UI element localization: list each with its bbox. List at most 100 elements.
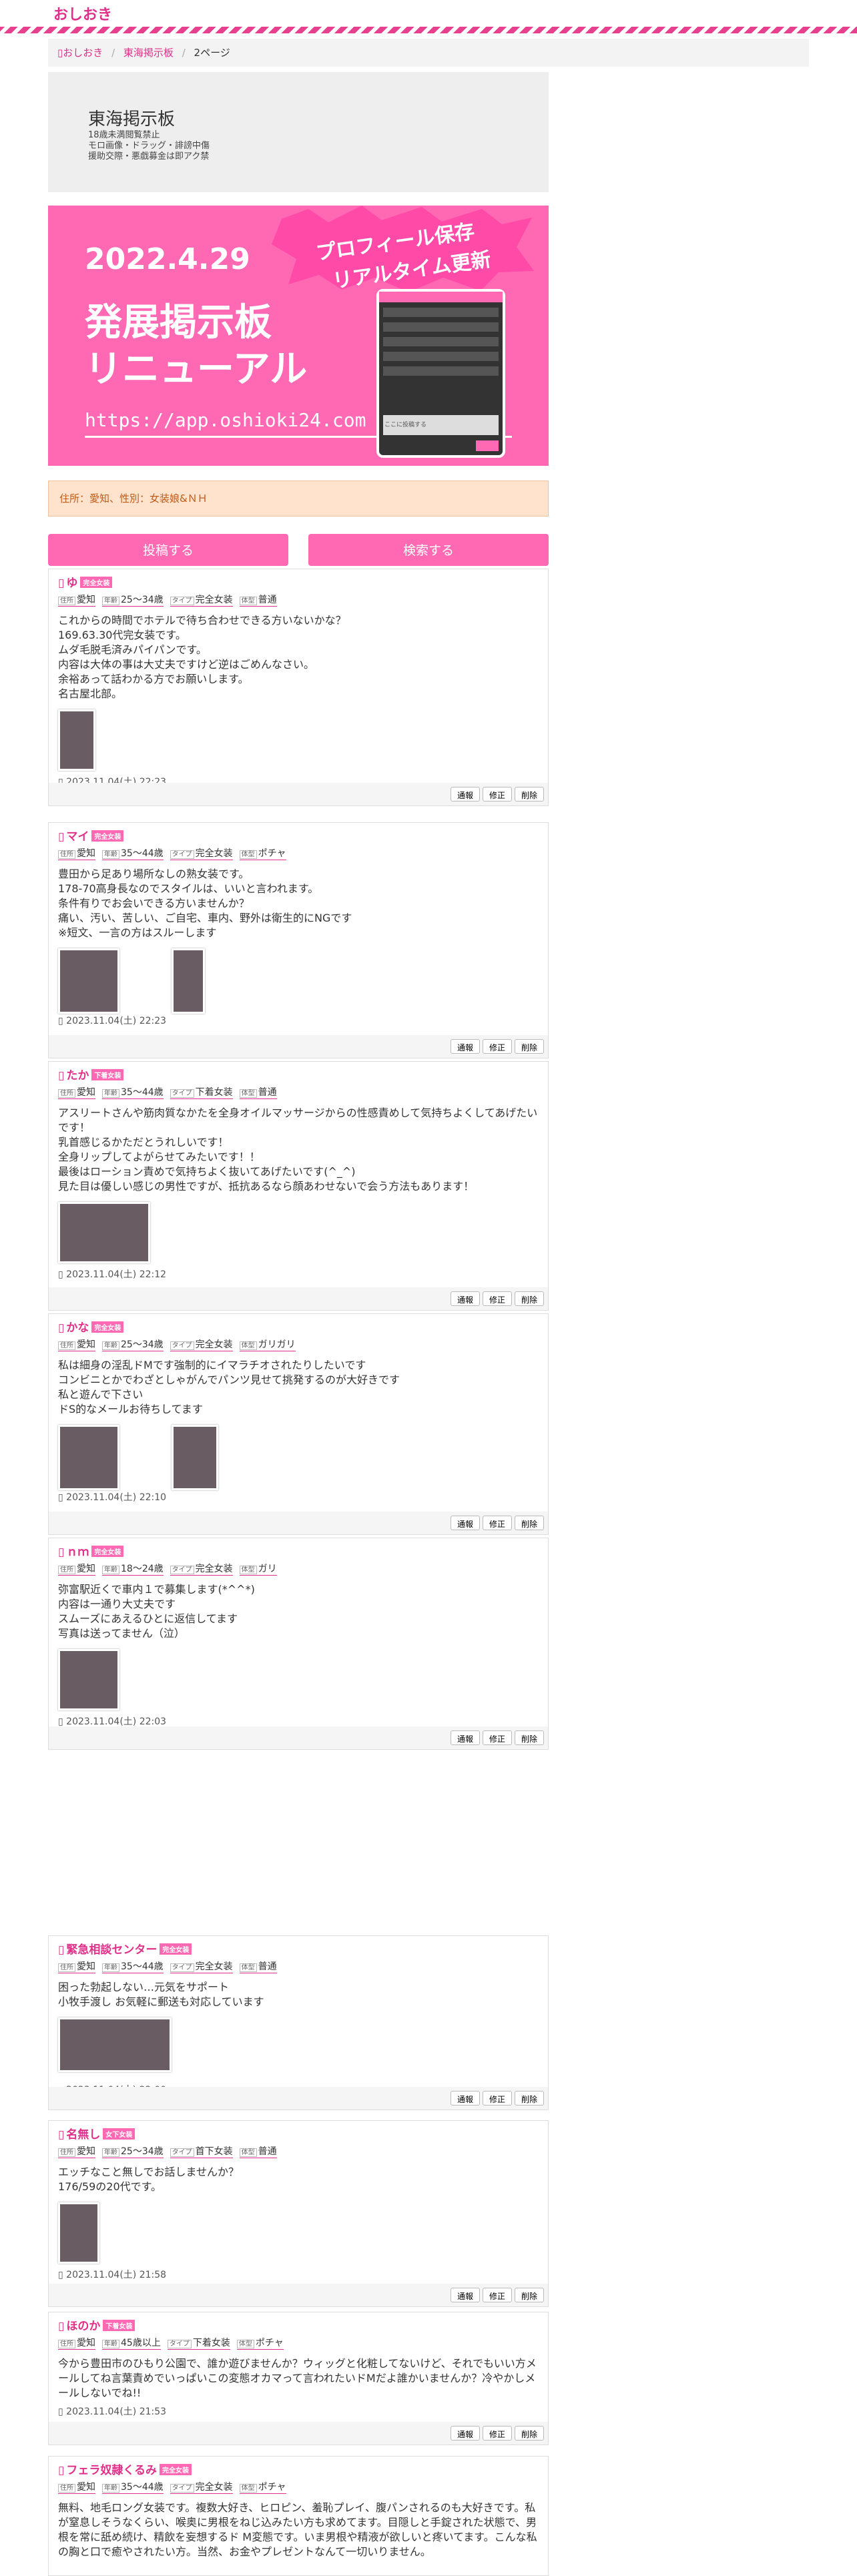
category-badge: 完全女装 <box>91 830 124 842</box>
tag-address[interactable]: 住所 愛知 <box>58 846 95 860</box>
edit-button[interactable]: 修正 <box>483 1516 512 1530</box>
post-thumbnail[interactable] <box>58 2202 99 2264</box>
post-body: 私は細身の淫乱ドMです強制的にイマラチオされたりしたいです コンビニとかでわざと… <box>58 1359 400 1415</box>
edit-button[interactable]: 修正 <box>483 2091 512 2106</box>
edit-button[interactable]: 修正 <box>483 2426 512 2441</box>
tag-body[interactable]: 体型 普通 <box>239 2144 277 2158</box>
profile-tags: 住所 愛知 年齢 45歳以上 タイプ 下着女装 体型 ポチャ <box>58 2336 540 2350</box>
report-button[interactable]: 通報 <box>451 2288 480 2302</box>
tag-age[interactable]: 年齢 25〜34歳 <box>102 1337 164 1351</box>
edit-button[interactable]: 修正 <box>483 1291 512 1306</box>
tag-body[interactable]: 体型 普通 <box>239 593 277 607</box>
post-card: ▯ ほのか 下着女装 住所 愛知 年齢 45歳以上 タイプ 下着女装 体型 ポチャ 今から豊田市のひも… <box>48 2312 549 2445</box>
tag-type[interactable]: タイプ 完全女装 <box>170 1337 233 1351</box>
delete-button[interactable]: 削除 <box>515 2091 544 2106</box>
poster-name[interactable]: ▯ フェラ奴隷くるみ 完全女装 <box>58 2461 540 2477</box>
tag-body[interactable]: 体型 普通 <box>239 1085 277 1099</box>
tag-address[interactable]: 住所 愛知 <box>58 593 95 607</box>
post-thumbnail[interactable] <box>58 948 119 1014</box>
post-date: ▯ 2023.11.04(土) 22:03 <box>58 1716 167 1727</box>
delete-button[interactable]: 削除 <box>515 2288 544 2302</box>
tag-type[interactable]: タイプ 完全女装 <box>170 846 233 860</box>
search-button[interactable]: 検索する <box>308 534 549 566</box>
tag-address[interactable]: 住所 愛知 <box>58 1959 95 1973</box>
site-logo[interactable]: おしおき <box>53 3 112 24</box>
poster-name[interactable]: ▯ かな 完全女装 <box>58 1318 540 1335</box>
post-body: エッチなこと無しでお話しませんか？ 176/59の20代です。 <box>58 2166 240 2193</box>
tag-address[interactable]: 住所 愛知 <box>58 1562 95 1576</box>
report-button[interactable]: 通報 <box>451 1039 480 1054</box>
tag-age[interactable]: 年齢 35〜44歳 <box>102 2480 164 2494</box>
tag-body[interactable]: 体型 ポチャ <box>236 2336 284 2350</box>
tag-age[interactable]: 年齢 45歳以上 <box>102 2336 161 2350</box>
delete-button[interactable]: 削除 <box>515 1039 544 1054</box>
delete-button[interactable]: 削除 <box>515 2426 544 2441</box>
tag-type[interactable]: タイプ 首下女装 <box>170 2144 233 2158</box>
poster-name[interactable]: ▯ ｎｍ 完全女装 <box>58 1542 540 1559</box>
profile-tags: 住所 愛知 年齢 25〜34歳 タイプ 首下女装 体型 普通 <box>58 2144 540 2158</box>
user-icon: ▯ <box>58 1943 65 1957</box>
user-icon: ▯ <box>58 2320 65 2333</box>
tag-age[interactable]: 年齢 25〜34歳 <box>102 593 164 607</box>
tag-body[interactable]: 体型 ガリ <box>239 1562 277 1576</box>
tag-type[interactable]: タイプ 完全女装 <box>170 593 233 607</box>
tag-address[interactable]: 住所 愛知 <box>58 2336 95 2350</box>
breadcrumb-board[interactable]: 東海掲示板 <box>123 47 174 59</box>
tag-address[interactable]: 住所 愛知 <box>58 2480 95 2494</box>
poster-name[interactable]: ▯ ほのか 下着女装 <box>58 2316 540 2333</box>
report-button[interactable]: 通報 <box>451 2091 480 2106</box>
tag-body[interactable]: 体型 普通 <box>239 1959 277 1973</box>
post-images <box>58 709 540 771</box>
post-thumbnail[interactable] <box>172 1425 218 1490</box>
tag-age[interactable]: 年齢 25〜34歳 <box>102 2144 164 2158</box>
edit-button[interactable]: 修正 <box>483 1039 512 1054</box>
tag-age[interactable]: 年齢 35〜44歳 <box>102 1085 164 1099</box>
post-body: これからの時間でホテルで待ち合わせできる方いないかな？ 169.63.30代完女… <box>58 614 346 700</box>
tag-type[interactable]: タイプ 下着女装 <box>167 2336 230 2350</box>
post-date: ▯ 2023.11.04(土) 22:23 <box>58 1016 167 1026</box>
tag-body[interactable]: 体型 ガリガリ <box>239 1337 296 1351</box>
tag-address[interactable]: 住所 愛知 <box>58 1337 95 1351</box>
post-thumbnail[interactable] <box>58 1202 150 1263</box>
report-button[interactable]: 通報 <box>451 787 480 801</box>
tag-age[interactable]: 年齢 35〜44歳 <box>102 846 164 860</box>
report-button[interactable]: 通報 <box>451 1516 480 1530</box>
poster-name[interactable]: ▯ たか 下着女装 <box>58 1066 540 1082</box>
tag-address[interactable]: 住所 愛知 <box>58 1085 95 1099</box>
breadcrumb-separator: / <box>111 47 115 59</box>
breadcrumb-home[interactable]: ▯おしおき <box>57 47 103 59</box>
tag-type[interactable]: タイプ 完全女装 <box>170 1959 233 1973</box>
poster-name[interactable]: ▯ マイ 完全女装 <box>58 827 540 844</box>
report-button[interactable]: 通報 <box>451 2426 480 2441</box>
poster-name[interactable]: ▯ 緊急相談センター 完全女装 <box>58 1940 540 1957</box>
delete-button[interactable]: 削除 <box>515 1291 544 1306</box>
post-thumbnail[interactable] <box>58 1649 119 1710</box>
tag-type[interactable]: タイプ 完全女装 <box>170 1562 233 1576</box>
tag-type[interactable]: タイプ 完全女装 <box>170 2480 233 2494</box>
delete-button[interactable]: 削除 <box>515 1730 544 1745</box>
tag-body[interactable]: 体型 ポチャ <box>239 846 286 860</box>
edit-button[interactable]: 修正 <box>483 1730 512 1745</box>
tag-age[interactable]: 年齢 35〜44歳 <box>102 1959 164 1973</box>
edit-button[interactable]: 修正 <box>483 787 512 801</box>
user-icon: ▯ <box>58 2464 65 2477</box>
delete-button[interactable]: 削除 <box>515 787 544 801</box>
post-card: ▯ かな 完全女装 住所 愛知 年齢 25〜34歳 タイプ 完全女装 体型 ガリガリ私は細身の淫乱ド… <box>48 1313 549 1535</box>
poster-name[interactable]: ▯ ゆ完全女装 <box>58 573 540 590</box>
post-thumbnail[interactable] <box>58 2017 172 2072</box>
renewal-banner[interactable]: プロフィール保存 リアルタイム更新 2022.4.29 発展掲示板 リニューアル… <box>48 206 549 466</box>
poster-name[interactable]: ▯ 名無し 女下女装 <box>58 2125 540 2142</box>
tag-address[interactable]: 住所 愛知 <box>58 2144 95 2158</box>
post-thumbnail[interactable] <box>58 709 95 771</box>
tag-type[interactable]: タイプ 下着女装 <box>170 1085 233 1099</box>
delete-button[interactable]: 削除 <box>515 1516 544 1530</box>
tag-body[interactable]: 体型 ポチャ <box>239 2480 286 2494</box>
tag-age[interactable]: 年齢 18〜24歳 <box>102 1562 164 1576</box>
post-thumbnail[interactable] <box>58 1425 119 1490</box>
report-button[interactable]: 通報 <box>451 1730 480 1745</box>
post-button[interactable]: 投稿する <box>48 534 288 566</box>
category-badge: 下着女装 <box>91 1069 124 1080</box>
edit-button[interactable]: 修正 <box>483 2288 512 2302</box>
post-thumbnail[interactable] <box>172 948 205 1014</box>
report-button[interactable]: 通報 <box>451 1291 480 1306</box>
